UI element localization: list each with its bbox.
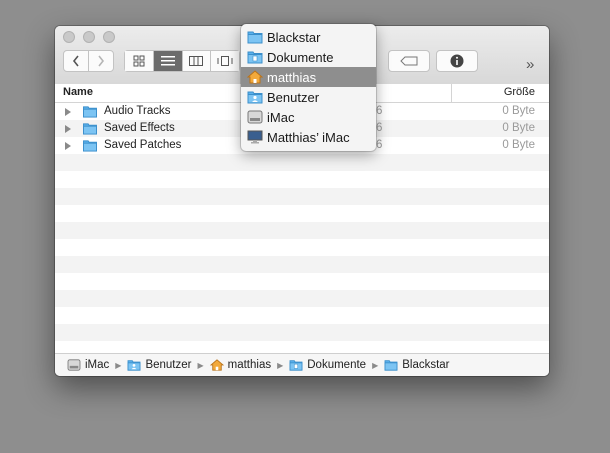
grid-icon	[133, 55, 145, 67]
minimize-window-button[interactable]	[83, 31, 95, 43]
cover-flow-icon	[217, 56, 233, 66]
row-size: 0 Byte	[502, 105, 535, 117]
path-bar: iMac ▶ Benutzer ▶ matthias ▶ Dokumente ▶ Blackst…	[55, 353, 549, 376]
name-column-header[interactable]: Name	[63, 86, 93, 98]
table-row	[55, 205, 549, 222]
disclosure-triangle-icon[interactable]	[65, 142, 71, 150]
row-date: 6	[376, 139, 383, 151]
column-view-button[interactable]	[182, 51, 212, 71]
path-separator-icon: ▶	[115, 360, 122, 370]
path-separator-icon: ▶	[197, 360, 204, 370]
path-crumb-label: iMac	[85, 359, 110, 371]
icon-view-button[interactable]	[125, 51, 154, 71]
table-row	[55, 171, 549, 188]
path-separator-icon: ▶	[372, 360, 379, 370]
tag-icon	[400, 56, 418, 66]
menu-item-label: Benutzer	[267, 89, 320, 105]
path-separator-icon: ▶	[277, 360, 284, 370]
row-name: Saved Effects	[104, 122, 175, 134]
row-size: 0 Byte	[502, 122, 535, 134]
view-mode-control	[124, 50, 240, 72]
path-popup-menu: Blackstar Dokumente matthias Benutzer iMac Ma…	[241, 24, 376, 151]
cover-flow-button[interactable]	[211, 51, 239, 71]
folder-icon	[83, 106, 97, 118]
size-column-header[interactable]: Größe	[504, 86, 535, 98]
folder-icon	[83, 140, 97, 152]
chevron-left-icon	[72, 55, 79, 67]
hard-drive-icon	[247, 110, 263, 124]
menu-item[interactable]: matthias	[241, 67, 376, 87]
row-name: Audio Tracks	[104, 105, 171, 117]
list-view-button[interactable]	[153, 51, 183, 71]
menu-item-label: Dokumente	[267, 49, 334, 65]
menu-item[interactable]: Blackstar	[241, 27, 376, 47]
path-crumb-label: Dokumente	[307, 359, 367, 371]
menu-item[interactable]: Dokumente	[241, 47, 376, 67]
forward-button[interactable]	[88, 50, 114, 72]
documents-folder-icon	[247, 51, 263, 64]
path-crumb[interactable]: Benutzer	[127, 359, 191, 371]
users-folder-icon	[247, 91, 263, 104]
info-button[interactable]	[436, 50, 478, 72]
row-date: 6	[376, 105, 383, 117]
path-crumb[interactable]: Dokumente	[289, 359, 366, 371]
menu-item-label: Blackstar	[267, 29, 321, 45]
table-row	[55, 273, 549, 290]
computer-icon	[247, 130, 263, 144]
disclosure-triangle-icon[interactable]	[65, 108, 71, 116]
column-divider	[451, 84, 452, 102]
folder-icon	[83, 123, 97, 135]
toolbar-overflow-button[interactable]: »	[526, 56, 534, 73]
tag-button[interactable]	[388, 50, 430, 72]
folder-icon	[247, 31, 263, 44]
back-button[interactable]	[63, 50, 89, 72]
row-size: 0 Byte	[502, 139, 535, 151]
path-crumb-label: Benutzer	[145, 359, 192, 371]
columns-icon	[189, 56, 204, 66]
documents-folder-icon	[289, 360, 303, 371]
close-window-button[interactable]	[63, 31, 75, 43]
table-row	[55, 290, 549, 307]
table-row	[55, 324, 549, 341]
info-icon	[450, 54, 464, 68]
hard-drive-icon	[67, 359, 81, 371]
row-name: Saved Patches	[104, 139, 182, 151]
users-folder-icon	[128, 360, 141, 371]
table-row	[55, 307, 549, 324]
path-crumb[interactable]: iMac	[67, 359, 109, 371]
menu-item-label: matthias	[267, 69, 317, 85]
menu-item-label: Matthias’ iMac	[267, 129, 350, 145]
home-folder-icon	[247, 70, 263, 84]
menu-item-label: iMac	[267, 109, 295, 125]
table-row	[55, 239, 549, 256]
menu-item[interactable]: Matthias’ iMac	[241, 127, 376, 147]
home-folder-icon	[209, 359, 224, 371]
path-crumb-label: matthias	[227, 359, 272, 371]
table-row	[55, 222, 549, 239]
menu-item[interactable]: iMac	[241, 107, 376, 127]
row-date: 6	[376, 122, 383, 134]
path-crumb[interactable]: Blackstar	[384, 359, 450, 371]
table-row	[55, 154, 549, 171]
table-row	[55, 188, 549, 205]
disclosure-triangle-icon[interactable]	[65, 125, 71, 133]
menu-item[interactable]: Benutzer	[241, 87, 376, 107]
path-crumb-label: Blackstar	[402, 359, 450, 371]
zoom-window-button[interactable]	[103, 31, 115, 43]
table-row	[55, 256, 549, 273]
chevron-right-icon	[98, 55, 105, 67]
path-crumb[interactable]: matthias	[209, 359, 272, 371]
list-icon	[160, 56, 175, 66]
folder-icon	[384, 360, 398, 371]
